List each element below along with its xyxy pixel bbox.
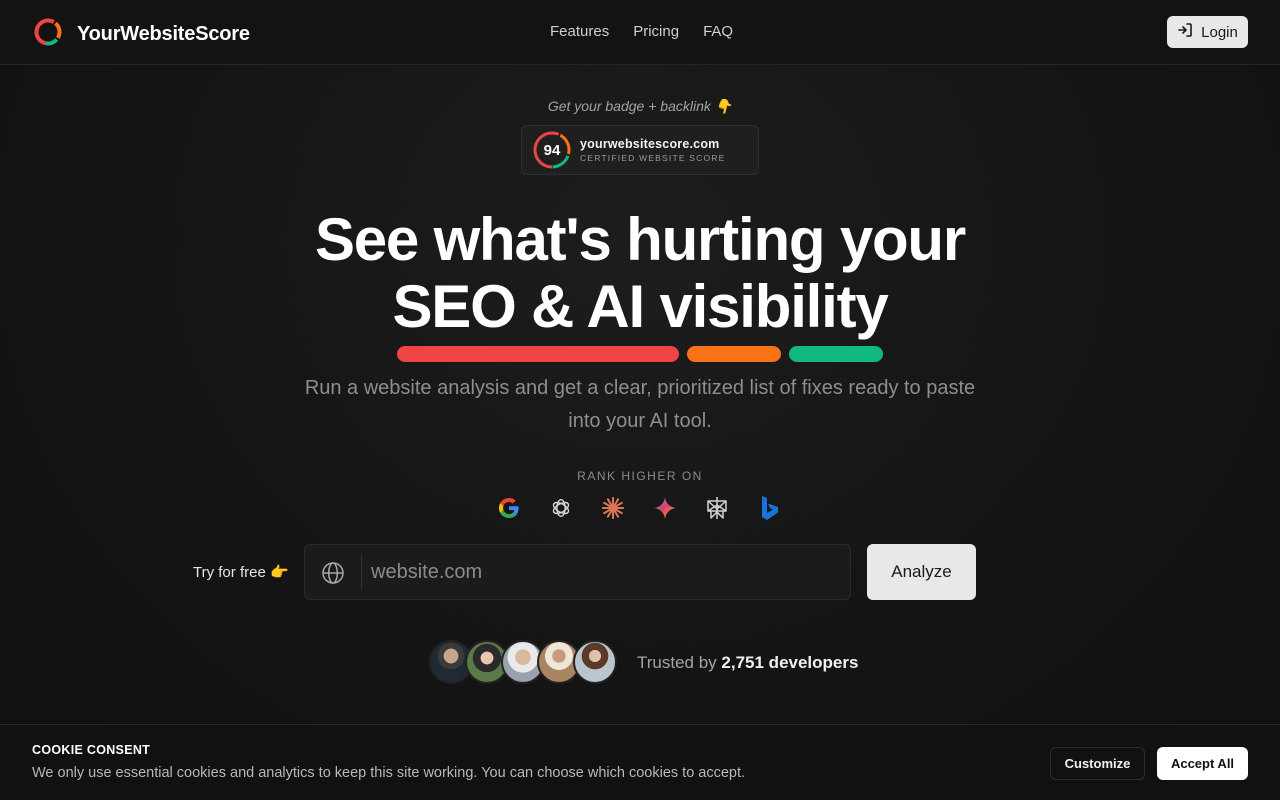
- perplexity-icon: [705, 495, 729, 521]
- globe-icon: [321, 561, 345, 590]
- badge-subtitle: CERTIFIED WEBSITE SCORE: [580, 153, 726, 163]
- website-input[interactable]: [371, 545, 841, 599]
- bar-green: [789, 346, 883, 362]
- brand-name: YourWebsiteScore: [77, 23, 250, 45]
- engine-logos: [497, 495, 781, 521]
- login-icon: [1177, 22, 1193, 42]
- trusted-prefix: Trusted by: [637, 653, 717, 672]
- cookie-text: We only use essential cookies and analyt…: [32, 765, 746, 781]
- nav-features[interactable]: Features: [550, 23, 609, 40]
- trusted-count: 2,751 developers: [721, 653, 859, 672]
- bing-icon: [757, 495, 781, 521]
- nav-pricing[interactable]: Pricing: [633, 23, 679, 40]
- score-ring: 94: [532, 130, 572, 170]
- headline-line-2: SEO & AI visibility: [392, 273, 888, 340]
- badge-text: yourwebsitescore.com CERTIFIED WEBSITE S…: [580, 137, 726, 163]
- search-divider: [361, 555, 362, 589]
- claude-icon: [601, 495, 625, 521]
- try-free-label: Try for free 👉: [193, 564, 289, 581]
- trusted-text: Trusted by 2,751 developers: [637, 653, 858, 673]
- certified-badge[interactable]: 94 yourwebsitescore.com CERTIFIED WEBSIT…: [521, 125, 759, 175]
- search-box: [304, 544, 851, 600]
- headline-line-1: See what's hurting your: [314, 206, 966, 273]
- login-button[interactable]: Login: [1167, 16, 1248, 48]
- brand-link[interactable]: YourWebsiteScore: [33, 17, 250, 52]
- badge-caption: Get your badge + backlink 👇: [547, 98, 733, 114]
- accept-all-button[interactable]: Accept All: [1157, 747, 1248, 780]
- google-icon: [497, 495, 521, 521]
- badge-domain: yourwebsitescore.com: [580, 137, 720, 151]
- hero-headline: See what's hurting your SEO & AI visibil…: [0, 206, 1280, 340]
- badge-score: 94: [543, 141, 561, 159]
- cookie-banner: COOKIE CONSENT We only use essential coo…: [0, 724, 1280, 800]
- rank-label: RANK HIGHER ON: [577, 469, 703, 483]
- analyze-button[interactable]: Analyze: [867, 544, 976, 600]
- gemini-icon: [653, 495, 677, 521]
- nav-faq[interactable]: FAQ: [703, 23, 733, 40]
- chatgpt-icon: [549, 495, 573, 521]
- bar-orange: [687, 346, 781, 362]
- hero-subtitle: Run a website analysis and get a clear, …: [304, 377, 976, 432]
- logo-icon: [33, 17, 63, 52]
- login-label: Login: [1201, 23, 1238, 41]
- bar-red: [397, 346, 679, 362]
- customize-button[interactable]: Customize: [1050, 747, 1145, 780]
- site-header: YourWebsiteScore Features Pricing FAQ Lo…: [0, 0, 1280, 65]
- cookie-title: COOKIE CONSENT: [32, 743, 151, 757]
- main-nav: Features Pricing FAQ: [550, 23, 733, 40]
- avatar: [573, 640, 617, 684]
